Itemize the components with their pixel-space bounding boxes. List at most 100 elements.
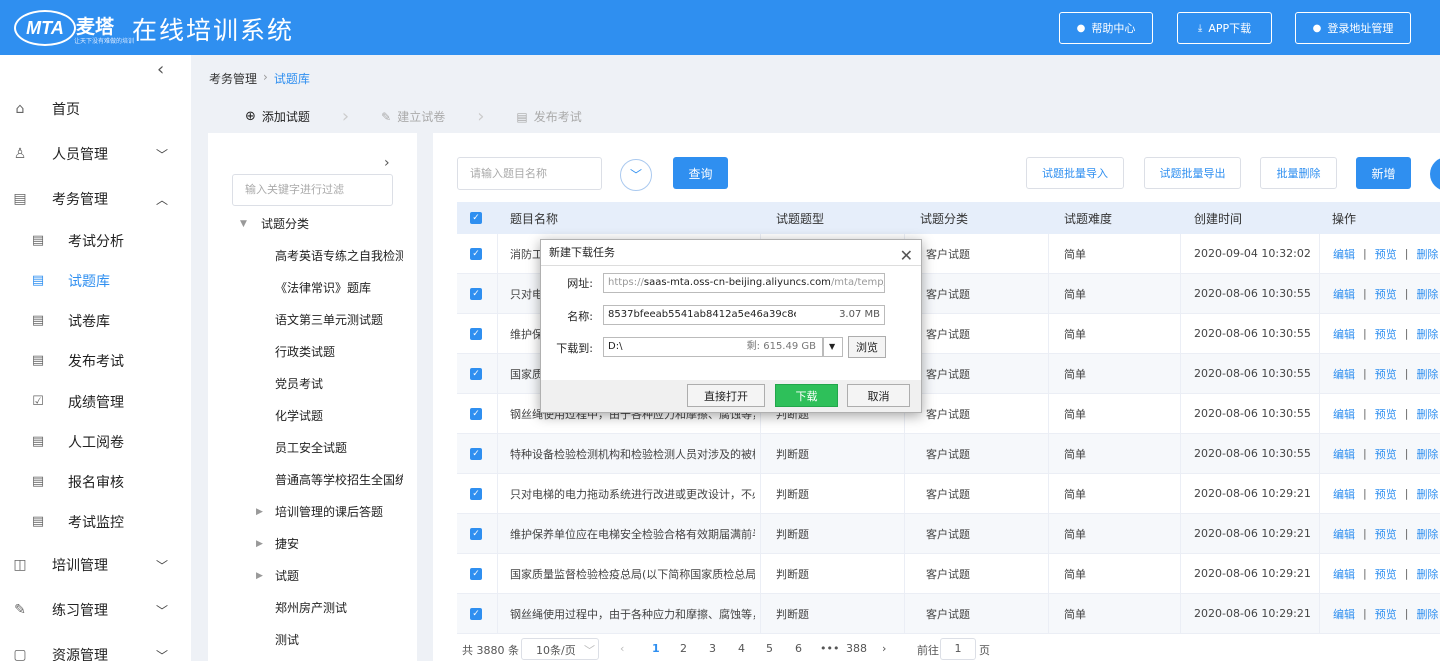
edit-link[interactable]: 编辑 (1333, 566, 1355, 582)
delete-link[interactable]: 删除 (1416, 486, 1438, 502)
edit-link[interactable]: 编辑 (1333, 366, 1355, 382)
sidebar-sub-paper-bank[interactable]: ▤ 试卷库 (0, 301, 191, 341)
step-build-paper[interactable]: ✎ 建立试卷 (381, 108, 445, 125)
row-checkbox[interactable]: ✓ (470, 234, 482, 273)
open-directly-button[interactable]: 直接打开 (687, 384, 765, 407)
preview-link[interactable]: 预览 (1375, 566, 1397, 582)
sidebar-item-exam-affairs[interactable]: ▤ 考务管理 ︿ (0, 179, 191, 219)
batch-export-button[interactable]: 试题批量导出 (1144, 157, 1241, 189)
tree-node[interactable]: 《法律常识》题库 (275, 279, 403, 296)
edit-link[interactable]: 编辑 (1333, 326, 1355, 342)
page-number[interactable]: 1 (652, 642, 660, 655)
row-checkbox[interactable]: ✓ (470, 394, 482, 433)
table-row[interactable]: ✓ 钢丝绳使用过程中，由于各种应力和摩擦、腐蚀等，钢 判断题 客户试题 简单 2… (457, 594, 1440, 634)
batch-import-button[interactable]: 试题批量导入 (1026, 157, 1124, 189)
preview-link[interactable]: 预览 (1375, 406, 1397, 422)
edit-link[interactable]: 编辑 (1333, 526, 1355, 542)
chevron-right-icon[interactable]: › (384, 155, 390, 171)
row-checkbox[interactable]: ✓ (470, 594, 482, 633)
tree-node[interactable]: 员工安全试题 (275, 439, 403, 456)
page-number[interactable]: 6 (795, 642, 802, 655)
preview-link[interactable]: 预览 (1375, 326, 1397, 342)
login-address-button[interactable]: ● 登录地址管理 (1295, 12, 1411, 44)
sidebar-sub-question-bank[interactable]: ▤ 试题库 (0, 261, 191, 301)
step-add-question[interactable]: ⊕ 添加试题 (245, 108, 310, 125)
url-field[interactable]: https://saas-mta.oss-cn-beijing.aliyuncs… (603, 273, 885, 293)
question-name[interactable]: 国家质量监督检验检疫总局(以下简称国家质检总局)主 (510, 554, 755, 593)
question-name[interactable]: 钢丝绳使用过程中，由于各种应力和摩擦、腐蚀等，钢 (510, 594, 755, 633)
tree-node[interactable]: 行政类试题 (275, 343, 403, 360)
tree-node[interactable]: 化学试题 (275, 407, 403, 424)
save-path-field[interactable]: D:\ 剩: 615.49 GB (603, 337, 823, 357)
tree-node[interactable]: 捷安 (275, 535, 403, 552)
expand-filter-icon[interactable]: ﹀ (620, 159, 652, 191)
tree-node[interactable]: 语文第三单元测试题 (275, 311, 403, 328)
tree-node[interactable]: 测试 (275, 631, 403, 648)
cancel-button[interactable]: 取消 (847, 384, 910, 407)
page-number[interactable]: 388 (846, 642, 867, 655)
filename-field[interactable]: 8537bfeeab5541ab8412a5e46a39c8e9.c 3.07 … (603, 305, 885, 325)
delete-link[interactable]: 删除 (1416, 406, 1438, 422)
sidebar-sub-exam-monitor[interactable]: ▤ 考试监控 (0, 502, 191, 542)
delete-link[interactable]: 删除 (1416, 606, 1438, 622)
preview-link[interactable]: 预览 (1375, 446, 1397, 462)
select-all-checkbox[interactable]: ✓ (470, 202, 482, 234)
help-center-button[interactable]: ● 帮助中心 (1059, 12, 1153, 44)
row-checkbox[interactable]: ✓ (470, 474, 482, 513)
tree-node[interactable]: 郑州房产测试 (275, 599, 403, 616)
preview-link[interactable]: 预览 (1375, 606, 1397, 622)
sidebar-item-training[interactable]: ◫ 培训管理 ﹀ (0, 545, 191, 585)
page-number[interactable]: 5 (766, 642, 773, 655)
preview-link[interactable]: 预览 (1375, 286, 1397, 302)
sidebar-sub-publish-exam[interactable]: ▤ 发布考试 (0, 341, 191, 381)
tree-node[interactable]: 试题 (275, 567, 403, 584)
delete-link[interactable]: 删除 (1416, 366, 1438, 382)
goto-page-input[interactable]: 1 (940, 638, 976, 660)
sidebar-item-resources[interactable]: ▢ 资源管理 ﹀ (0, 635, 191, 661)
delete-link[interactable]: 删除 (1416, 566, 1438, 582)
query-button[interactable]: 查询 (673, 157, 728, 189)
question-name[interactable]: 特种设备检验检测机构和检验检测人员对涉及的被检验 (510, 434, 755, 473)
delete-link[interactable]: 删除 (1416, 326, 1438, 342)
step-publish-exam[interactable]: ▤ 发布考试 (516, 108, 581, 125)
question-name[interactable]: 维护保养单位应在电梯安全检验合格有效期届满前半个 (510, 514, 755, 553)
row-checkbox[interactable]: ✓ (470, 514, 482, 553)
delete-link[interactable]: 删除 (1416, 446, 1438, 462)
sidebar-sub-score-management[interactable]: ☑ 成绩管理 (0, 382, 191, 422)
tree-filter-input[interactable]: 输入关键字进行过滤 (232, 174, 393, 206)
page-ellipsis[interactable]: ••• (820, 642, 839, 655)
delete-link[interactable]: 删除 (1416, 246, 1438, 262)
preview-link[interactable]: 预览 (1375, 486, 1397, 502)
delete-link[interactable]: 删除 (1416, 286, 1438, 302)
sidebar-sub-exam-analysis[interactable]: ▤ 考试分析 (0, 221, 191, 261)
collapse-sidebar-icon[interactable]: ‹ (157, 59, 164, 80)
tree-node[interactable]: 高考英语专练之自我检测 (275, 247, 403, 264)
question-search-input[interactable]: 请输入题目名称 (457, 157, 602, 190)
sidebar-item-practice[interactable]: ✎ 练习管理 ﹀ (0, 590, 191, 630)
next-page-icon[interactable]: › (882, 642, 886, 655)
prev-page-icon[interactable]: ‹ (620, 642, 624, 655)
table-row[interactable]: ✓ 维护保养单位应在电梯安全检验合格有效期届满前半个 判断题 客户试题 简单 2… (457, 514, 1440, 554)
edit-link[interactable]: 编辑 (1333, 406, 1355, 422)
row-checkbox[interactable]: ✓ (470, 274, 482, 313)
table-row[interactable]: ✓ 只对电梯的电力拖动系统进行改进或更改设计，不必由 判断题 客户试题 简单 2… (457, 474, 1440, 514)
tree-node[interactable]: 普通高等学校招生全国统一考试 (275, 471, 403, 488)
delete-link[interactable]: 删除 (1416, 526, 1438, 542)
caret-right-icon[interactable]: ▶ (256, 539, 263, 549)
tree-node[interactable]: 培训管理的课后答题 (275, 503, 403, 520)
sidebar-item-personnel[interactable]: ♙ 人员管理 ﹀ (0, 134, 191, 174)
edit-link[interactable]: 编辑 (1333, 606, 1355, 622)
row-checkbox[interactable]: ✓ (470, 434, 482, 473)
caret-right-icon[interactable]: ▶ (256, 507, 263, 517)
question-name[interactable]: 只对电梯的电力拖动系统进行改进或更改设计，不必由 (510, 474, 755, 513)
batch-delete-button[interactable]: 批量删除 (1260, 157, 1337, 189)
row-checkbox[interactable]: ✓ (470, 554, 482, 593)
add-question-button[interactable]: 新增 (1356, 157, 1411, 189)
floating-action-button[interactable] (1430, 157, 1440, 191)
sidebar-sub-manual-grading[interactable]: ▤ 人工阅卷 (0, 422, 191, 462)
edit-link[interactable]: 编辑 (1333, 246, 1355, 262)
save-path-dropdown-icon[interactable]: ▼ (823, 337, 843, 357)
page-size-select[interactable]: 10条/页 ﹀ (521, 638, 599, 660)
edit-link[interactable]: 编辑 (1333, 486, 1355, 502)
download-button[interactable]: 下载 (775, 384, 838, 407)
